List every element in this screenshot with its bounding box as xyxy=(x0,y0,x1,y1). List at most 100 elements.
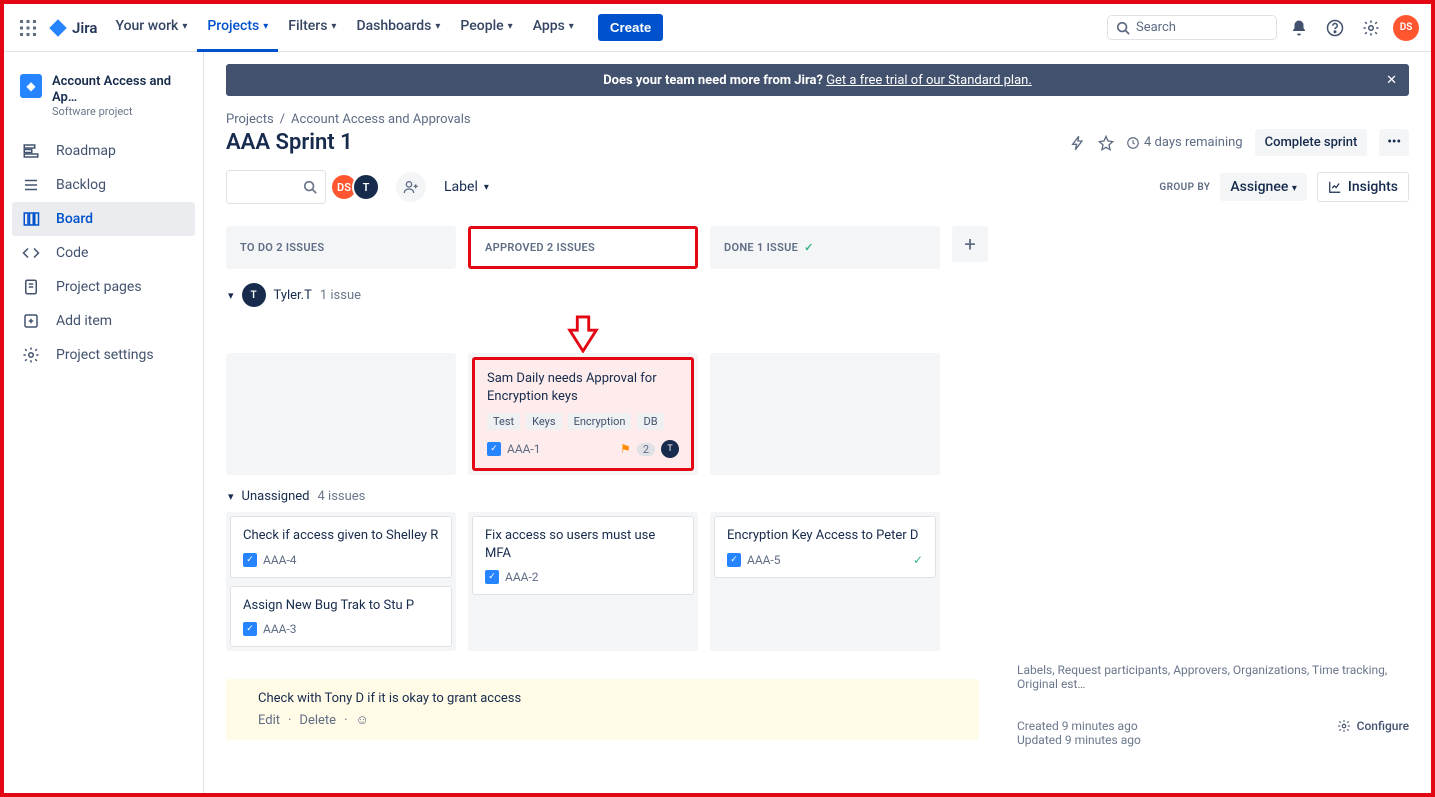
issue-title: Fix access so users must use MFA xyxy=(485,527,681,562)
chevron-down-icon: ▾ xyxy=(484,182,489,193)
automation-icon[interactable] xyxy=(1070,135,1086,151)
issue-card[interactable]: Assign New Bug Trak to Stu P✓AAA-3 xyxy=(230,586,452,648)
jira-logo[interactable]: Jira xyxy=(42,18,103,38)
activity-delete[interactable]: Delete xyxy=(299,713,336,728)
board-column[interactable] xyxy=(226,353,456,475)
avatar-t[interactable]: T xyxy=(352,173,380,201)
sidebar-item-code[interactable]: Code xyxy=(12,236,195,270)
nav-item-dashboards[interactable]: Dashboards▾ xyxy=(346,4,450,52)
sidebar-item-add-item[interactable]: Add item xyxy=(12,304,195,338)
issue-title: Encryption Key Access to Peter D xyxy=(727,527,923,545)
assignee-avatars: DS T xyxy=(336,173,380,201)
issue-card[interactable]: Sam Daily needs Approval for Encryption … xyxy=(472,357,694,471)
column-header-done[interactable]: DONE 1 ISSUE ✓ xyxy=(710,226,940,269)
nav-item-your-work[interactable]: Your work▾ xyxy=(105,4,197,52)
sidebar-item-backlog[interactable]: Backlog xyxy=(12,168,195,202)
column-header-to-do[interactable]: TO DO 2 ISSUES xyxy=(226,226,456,269)
annotation-arrow-icon xyxy=(468,315,698,353)
help-icon[interactable] xyxy=(1321,14,1349,42)
global-search[interactable]: Search xyxy=(1107,15,1277,40)
add-icon xyxy=(22,312,42,330)
pages-icon xyxy=(22,278,42,296)
swimlane-header[interactable]: ▾TTyler.T 1 issue xyxy=(228,283,1409,307)
issue-card[interactable]: Encryption Key Access to Peter D✓AAA-5✓ xyxy=(714,516,936,578)
flag-icon: ⚑ xyxy=(620,442,631,456)
issue-card[interactable]: Check if access given to Shelley R✓AAA-4 xyxy=(230,516,452,578)
more-actions-button[interactable]: ••• xyxy=(1379,129,1409,156)
board-column[interactable]: Check if access given to Shelley R✓AAA-4… xyxy=(226,512,456,651)
app-switcher-icon[interactable] xyxy=(16,16,40,40)
nav-item-filters[interactable]: Filters▾ xyxy=(278,4,346,52)
chevron-down-icon: ▾ xyxy=(508,21,513,32)
sidebar-item-board[interactable]: Board xyxy=(12,202,195,236)
add-people-button[interactable] xyxy=(396,172,426,202)
issue-title: Check if access given to Shelley R xyxy=(243,527,439,545)
issue-key: AAA-3 xyxy=(263,622,297,636)
swimlane-header[interactable]: ▾Unassigned 4 issues xyxy=(228,489,1409,504)
activity-edit[interactable]: Edit xyxy=(258,713,280,728)
count-badge: 2 xyxy=(637,443,655,456)
insights-button[interactable]: Insights xyxy=(1317,172,1409,202)
issue-key: AAA-1 xyxy=(507,442,541,456)
banner-text: Does your team need more from Jira? xyxy=(603,73,826,88)
board-column[interactable]: Sam Daily needs Approval for Encryption … xyxy=(468,353,698,475)
breadcrumb-projects[interactable]: Projects xyxy=(226,112,274,127)
backlog-icon xyxy=(22,176,42,194)
nav-item-projects[interactable]: Projects▾ xyxy=(197,4,278,52)
project-type: Software project xyxy=(52,105,187,118)
check-icon: ✓ xyxy=(804,241,814,254)
activity-note: Check with Tony D if it is okay to grant… xyxy=(226,679,979,740)
swimlane-avatar: T xyxy=(242,283,266,307)
column-header-approved[interactable]: APPROVED 2 ISSUES xyxy=(468,226,698,269)
notifications-icon[interactable] xyxy=(1285,14,1313,42)
assignee-avatar: T xyxy=(661,440,679,458)
chevron-down-icon: ▾ xyxy=(435,21,440,32)
sidebar-item-project-pages[interactable]: Project pages xyxy=(12,270,195,304)
issue-tag: Encryption xyxy=(568,413,632,430)
board-column[interactable]: Encryption Key Access to Peter D✓AAA-5✓ xyxy=(710,512,940,651)
board-column[interactable]: Fix access so users must use MFA✓AAA-2 xyxy=(468,512,698,651)
project-header[interactable]: ◆ Account Access and Ap… Software projec… xyxy=(12,70,195,132)
search-placeholder: Search xyxy=(1136,20,1176,35)
activity-text: Check with Tony D if it is okay to grant… xyxy=(258,691,947,706)
board: TO DO 2 ISSUES APPROVED 2 ISSUES DONE 1 IS… xyxy=(226,226,1409,651)
time-remaining: 4 days remaining xyxy=(1126,135,1243,150)
issue-tag: DB xyxy=(637,413,663,430)
created-text: Created 9 minutes ago xyxy=(1017,719,1141,733)
add-column-button[interactable]: + xyxy=(952,226,988,262)
sidebar-item-project-settings[interactable]: Project settings xyxy=(12,338,195,372)
task-type-icon: ✓ xyxy=(243,622,257,636)
breadcrumb-project[interactable]: Account Access and Approvals xyxy=(291,112,471,127)
smiley-icon[interactable]: ☺ xyxy=(355,712,368,728)
search-icon xyxy=(1116,21,1130,35)
task-type-icon: ✓ xyxy=(727,553,741,567)
side-panel-meta: Labels, Request participants, Approvers,… xyxy=(999,651,1409,747)
user-avatar[interactable]: DS xyxy=(1393,15,1419,41)
issue-card[interactable]: Fix access so users must use MFA✓AAA-2 xyxy=(472,516,694,595)
issue-key: AAA-4 xyxy=(263,553,297,567)
settings-icon[interactable] xyxy=(1357,14,1385,42)
task-type-icon: ✓ xyxy=(487,442,501,456)
chevron-down-icon[interactable]: ▾ xyxy=(228,289,234,302)
board-search[interactable] xyxy=(226,170,326,204)
group-by-select[interactable]: Assignee ▾ xyxy=(1220,173,1307,201)
complete-sprint-button[interactable]: Complete sprint xyxy=(1255,129,1368,156)
board-column[interactable] xyxy=(710,353,940,475)
configure-button[interactable]: Configure xyxy=(1337,719,1409,733)
top-nav: Jira Your work▾Projects▾Filters▾Dashboar… xyxy=(4,4,1431,52)
sidebar-item-roadmap[interactable]: Roadmap xyxy=(12,134,195,168)
upgrade-banner: Does your team need more from Jira? Get … xyxy=(226,64,1409,96)
nav-item-apps[interactable]: Apps▾ xyxy=(523,4,584,52)
roadmap-icon xyxy=(22,142,42,160)
chevron-down-icon[interactable]: ▾ xyxy=(228,490,234,503)
page-title: AAA Sprint 1 xyxy=(226,130,353,155)
create-button[interactable]: Create xyxy=(598,14,664,41)
label-filter[interactable]: Label▾ xyxy=(436,175,497,199)
banner-link[interactable]: Get a free trial of our Standard plan. xyxy=(826,73,1032,88)
project-name: Account Access and Ap… xyxy=(52,74,187,105)
project-sidebar: ◆ Account Access and Ap… Software projec… xyxy=(4,52,204,793)
nav-item-people[interactable]: People▾ xyxy=(450,4,522,52)
chevron-down-icon: ▾ xyxy=(182,21,187,32)
close-icon[interactable]: ✕ xyxy=(1386,73,1397,88)
star-icon[interactable] xyxy=(1098,135,1114,151)
